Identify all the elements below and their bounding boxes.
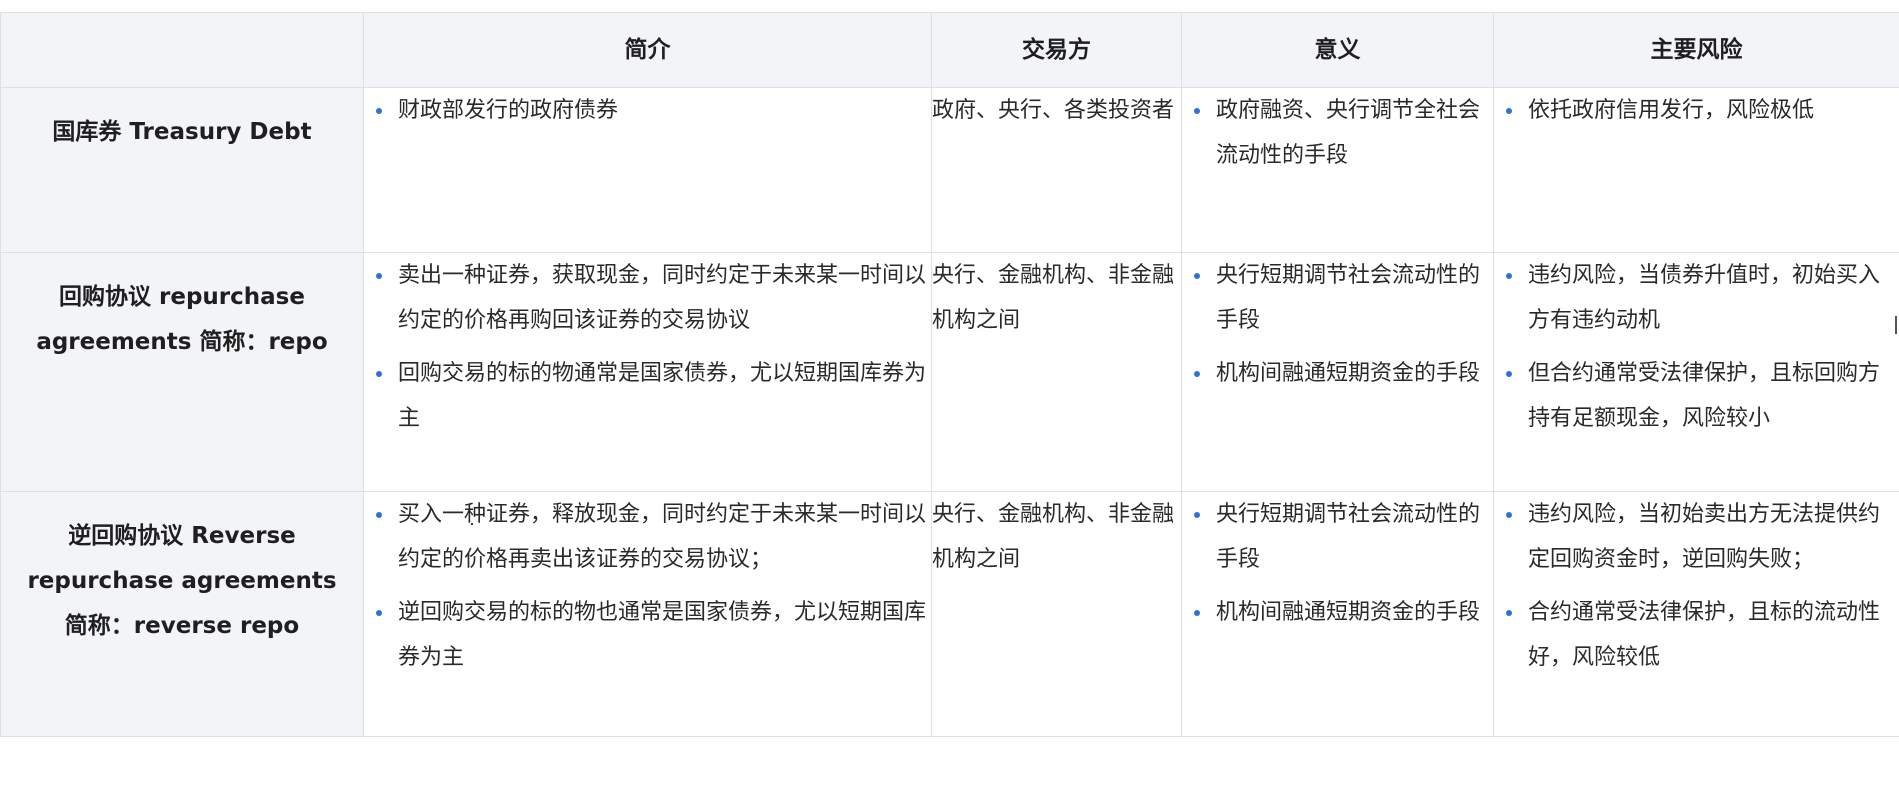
bullet-icon (1506, 512, 1512, 518)
cell-intro: 卖出一种证券，获取现金，同时约定于未来某一时间以约定的价格再购回该证券的交易协议… (363, 252, 932, 492)
bullet-icon (1506, 610, 1512, 616)
list-item-text: 买入一种证券，释放现金，同时约定于未来某一时间以约定的价格再卖出该证券的交易协议… (398, 502, 927, 572)
bullet-icon (1506, 371, 1512, 377)
intro-list: 买入一种证券，释放现金，同时约定于未来某一时间以约定的价格再卖出该证券的交易协议… (365, 493, 931, 681)
cell-intro: 财政部发行的政府债券 (363, 87, 932, 253)
stray-dot (471, 523, 473, 525)
row-name-treasury-debt: 国库券 Treasury Debt (0, 87, 364, 253)
table-row-treasury-debt: 国库券 Treasury Debt 财政部发行的政府债券 政府、央行、各类投资者… (0, 87, 1899, 253)
cell-parties: 央行、金融机构、非金融机构之间 (931, 491, 1182, 737)
header-meaning: 意义 (1181, 12, 1494, 88)
list-item: 政府融资、央行调节全社会流动性的手段 (1183, 89, 1493, 179)
cell-intro: 买入一种证券，释放现金，同时约定于未来某一时间以约定的价格再卖出该证券的交易协议… (363, 491, 932, 737)
comparison-table: 简介 交易方 意义 主要风险 国库券 Treasury Debt 财政部发行的政… (0, 12, 1899, 737)
list-item-text: 央行短期调节社会流动性的手段 (1216, 263, 1481, 333)
risks-list: 依托政府信用发行，风险极低 (1495, 89, 1899, 134)
header-parties: 交易方 (931, 12, 1182, 88)
intro-list: 财政部发行的政府债券 (365, 89, 931, 134)
bullet-icon (1194, 273, 1200, 279)
cell-parties: 央行、金融机构、非金融机构之间 (931, 252, 1182, 492)
list-item-text: 机构间融通短期资金的手段 (1216, 361, 1481, 386)
risks-list: 违约风险，当初始卖出方无法提供约定回购资金时，逆回购失败； 合约通常受法律保护，… (1495, 493, 1899, 681)
list-item: 依托政府信用发行，风险极低 (1495, 89, 1899, 134)
row-name-repo: 回购协议 repurchase agreements 简称：repo (0, 252, 364, 492)
header-corner-cell (0, 12, 364, 88)
cell-meaning: 央行短期调节社会流动性的手段 机构间融通短期资金的手段 (1181, 252, 1494, 492)
list-item: 回购交易的标的物通常是国家债券，尤以短期国库券为主 (365, 351, 931, 441)
header-intro: 简介 (363, 12, 932, 88)
meaning-list: 政府融资、央行调节全社会流动性的手段 (1183, 89, 1493, 179)
list-item: 央行短期调节社会流动性的手段 (1183, 493, 1493, 583)
list-item-text: 但合约通常受法律保护，且标回购方持有足额现金，风险较小 (1528, 361, 1881, 431)
list-item-text: 财政部发行的政府债券 (398, 98, 619, 123)
list-item: 买入一种证券，释放现金，同时约定于未来某一时间以约定的价格再卖出该证券的交易协议… (365, 493, 931, 583)
list-item-text: 回购交易的标的物通常是国家债券，尤以短期国库券为主 (398, 361, 927, 431)
intro-list: 卖出一种证券，获取现金，同时约定于未来某一时间以约定的价格再购回该证券的交易协议… (365, 254, 931, 442)
list-item-text: 央行短期调节社会流动性的手段 (1216, 502, 1481, 572)
row-name-reverse-repo: 逆回购协议 Reverse repurchase agreements 简称：r… (0, 491, 364, 737)
table-row-reverse-repo: 逆回购协议 Reverse repurchase agreements 简称：r… (0, 491, 1899, 737)
cell-parties: 政府、央行、各类投资者 (931, 87, 1182, 253)
bullet-icon (1194, 512, 1200, 518)
bullet-icon (376, 273, 382, 279)
risks-list: 违约风险，当债券升值时，初始买入方有违约动机 但合约通常受法律保护，且标回购方持… (1495, 254, 1899, 442)
bullet-icon (1194, 371, 1200, 377)
meaning-list: 央行短期调节社会流动性的手段 机构间融通短期资金的手段 (1183, 254, 1493, 397)
list-item: 机构间融通短期资金的手段 (1183, 590, 1493, 635)
list-item-text: 卖出一种证券，获取现金，同时约定于未来某一时间以约定的价格再购回该证券的交易协议 (398, 263, 927, 333)
list-item-text: 违约风险，当初始卖出方无法提供约定回购资金时，逆回购失败； (1528, 502, 1881, 572)
cell-meaning: 央行短期调节社会流动性的手段 机构间融通短期资金的手段 (1181, 491, 1494, 737)
header-row: 简介 交易方 意义 主要风险 (0, 12, 1899, 88)
list-item-text: 逆回购交易的标的物也通常是国家债券，尤以短期国库券为主 (398, 600, 927, 670)
bullet-icon (1194, 610, 1200, 616)
list-item: 机构间融通短期资金的手段 (1183, 351, 1493, 396)
list-item-text: 合约通常受法律保护，且标的流动性好，风险较低 (1528, 600, 1881, 670)
bullet-icon (1194, 108, 1200, 114)
bullet-icon (376, 610, 382, 616)
list-item-text: 依托政府信用发行，风险极低 (1528, 98, 1815, 123)
bullet-icon (376, 512, 382, 518)
bullet-icon (1506, 108, 1512, 114)
header-risks: 主要风险 (1493, 12, 1899, 88)
list-item: 央行短期调节社会流动性的手段 (1183, 254, 1493, 344)
list-item: 逆回购交易的标的物也通常是国家债券，尤以短期国库券为主 (365, 590, 931, 680)
cell-risks: 违约风险，当债券升值时，初始买入方有违约动机 但合约通常受法律保护，且标回购方持… (1493, 252, 1899, 492)
bullet-icon (376, 108, 382, 114)
cell-risks: 依托政府信用发行，风险极低 (1493, 87, 1899, 253)
list-item: 财政部发行的政府债券 (365, 89, 931, 134)
bullet-icon (376, 371, 382, 377)
comparison-table-container: 简介 交易方 意义 主要风险 国库券 Treasury Debt 财政部发行的政… (0, 12, 1899, 782)
cell-risks: 违约风险，当初始卖出方无法提供约定回购资金时，逆回购失败； 合约通常受法律保护，… (1493, 491, 1899, 737)
edge-scroll-mark (1895, 316, 1897, 334)
list-item: 合约通常受法律保护，且标的流动性好，风险较低 (1495, 590, 1899, 680)
meaning-list: 央行短期调节社会流动性的手段 机构间融通短期资金的手段 (1183, 493, 1493, 636)
cell-meaning: 政府融资、央行调节全社会流动性的手段 (1181, 87, 1494, 253)
list-item: 违约风险，当初始卖出方无法提供约定回购资金时，逆回购失败； (1495, 493, 1899, 583)
table-row-repo: 回购协议 repurchase agreements 简称：repo 卖出一种证… (0, 252, 1899, 492)
list-item: 但合约通常受法律保护，且标回购方持有足额现金，风险较小 (1495, 351, 1899, 441)
bullet-icon (1506, 273, 1512, 279)
list-item: 违约风险，当债券升值时，初始买入方有违约动机 (1495, 254, 1899, 344)
list-item-text: 违约风险，当债券升值时，初始买入方有违约动机 (1528, 263, 1881, 333)
list-item-text: 政府融资、央行调节全社会流动性的手段 (1216, 98, 1481, 168)
list-item-text: 机构间融通短期资金的手段 (1216, 600, 1481, 625)
list-item: 卖出一种证券，获取现金，同时约定于未来某一时间以约定的价格再购回该证券的交易协议 (365, 254, 931, 344)
